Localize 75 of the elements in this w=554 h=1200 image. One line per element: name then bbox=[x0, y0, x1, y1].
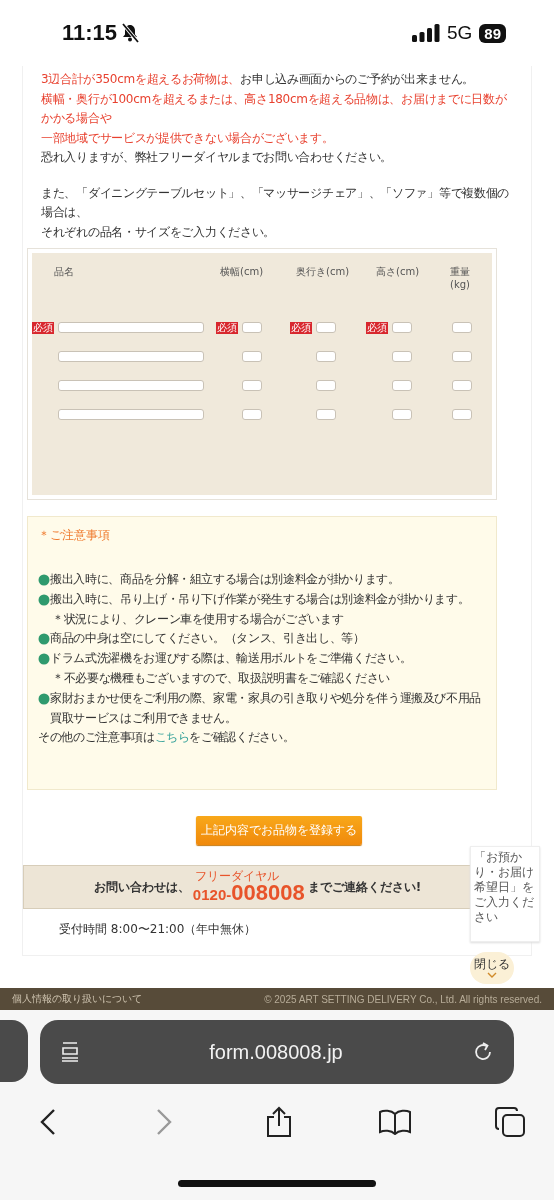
page-menu-icon bbox=[60, 1041, 80, 1063]
input-field[interactable] bbox=[242, 380, 262, 391]
notice-text: 恐れ入りますが、弊社フリーダイヤルまでお問い合わせください。 bbox=[41, 149, 393, 166]
bullet-icon bbox=[38, 574, 50, 586]
input-field[interactable] bbox=[316, 380, 336, 391]
instruction-text: また、「ダイニングテーブルセット」、「マッサージチェア」、「ソファ」等で複数個の場合は、 bbox=[41, 184, 510, 221]
input-field[interactable] bbox=[392, 322, 412, 333]
bullet-icon bbox=[38, 633, 50, 646]
notice-item: 家財おまかせ便をご利用の際、家電・家具の引き取りや処分を伴う運搬及び不用品買取サービスはご利用できません。 bbox=[50, 689, 483, 727]
phone-prefix: 0120- bbox=[192, 887, 232, 902]
share-icon bbox=[265, 1106, 293, 1138]
clock-time: 11:15 bbox=[62, 20, 118, 46]
reload-icon bbox=[472, 1041, 494, 1063]
column-header: 重量(kg) bbox=[449, 265, 471, 291]
copyright-text: © 2025 ART SETTING DELIVERY Co., Ltd. All rights reserved. bbox=[264, 993, 542, 1005]
notice-item: 商品の中身は空にしてください。（タンス、引き出し、等） bbox=[50, 630, 366, 648]
side-note: 「お預かり・お届け希望日」をご入力ください bbox=[470, 846, 540, 942]
chevron-down-icon bbox=[487, 972, 497, 978]
input-field[interactable] bbox=[392, 351, 412, 362]
input-field[interactable] bbox=[242, 351, 262, 362]
input-field[interactable] bbox=[58, 409, 204, 420]
notice-item: ドラム式洗濯機をお運びする際は、輸送用ボルトをご準備ください。 bbox=[50, 650, 413, 668]
bullet-icon bbox=[38, 593, 50, 606]
privacy-link[interactable]: 個人情報の取り扱いについて bbox=[12, 992, 142, 1006]
banner-text: お問い合わせは、 bbox=[93, 878, 190, 896]
input-field[interactable] bbox=[452, 351, 472, 362]
notice-text: 横幅・奥行が100cmを超えるまたは、高さ180cmを超える品物は、お届けまでに日数がかかる場合や bbox=[41, 90, 508, 127]
notice-text: 一部地域でサービスが提供できない場合がございます。 bbox=[41, 129, 335, 147]
battery-level: 89 bbox=[479, 23, 506, 43]
link[interactable]: こちら bbox=[154, 730, 190, 745]
required-badge: 必須 bbox=[366, 321, 388, 334]
column-header: 高さ(cm) bbox=[375, 265, 421, 278]
notice-item: その他のご注意事項はこちらをご確認ください。 bbox=[38, 729, 296, 747]
input-field[interactable] bbox=[452, 409, 472, 420]
close-button[interactable]: 閉じる bbox=[470, 952, 514, 984]
column-header: 奥行き(cm) bbox=[295, 265, 351, 278]
bullet-icon bbox=[38, 692, 50, 705]
notice-item: 搬出入時に、商品を分解・組立する場合は別途料金が掛かります。 bbox=[50, 571, 401, 588]
input-field[interactable] bbox=[316, 322, 336, 333]
notice-title: ＊ご注意事項 bbox=[38, 527, 111, 544]
notice-item: ＊状況により、クレーン車を使用する場合がございます bbox=[51, 610, 345, 628]
input-field[interactable] bbox=[58, 380, 204, 391]
url-text: form.008008.jp bbox=[209, 1040, 343, 1064]
notice-item: 搬出入時に、吊り上げ・吊り下げ作業が発生する場合は別途料金が掛かります。 bbox=[50, 590, 471, 608]
forward-icon bbox=[155, 1108, 172, 1136]
required-badge: 必須 bbox=[290, 321, 312, 334]
network-label: 5G bbox=[446, 22, 473, 44]
input-field[interactable] bbox=[452, 322, 472, 333]
input-field[interactable] bbox=[452, 380, 472, 391]
back-icon bbox=[40, 1108, 56, 1136]
input-field[interactable] bbox=[392, 380, 412, 391]
business-hours: 受付時間 8:00〜21:00（年中無休） bbox=[59, 921, 258, 938]
instruction-text: それぞれの品名・サイズをご入力ください。 bbox=[41, 223, 276, 241]
tabs-icon bbox=[494, 1106, 526, 1138]
required-badge: 必須 bbox=[216, 321, 238, 334]
previous-tab[interactable] bbox=[0, 1020, 28, 1082]
input-field[interactable] bbox=[242, 409, 262, 420]
banner-text: までご連絡ください! bbox=[307, 878, 422, 896]
address-bar[interactable]: form.008008.jp bbox=[40, 1020, 514, 1084]
column-header: 横幅(cm) bbox=[219, 265, 265, 278]
column-header: 品名 bbox=[53, 265, 75, 278]
input-field[interactable] bbox=[316, 351, 336, 362]
input-field[interactable] bbox=[392, 409, 412, 420]
bullet-icon bbox=[38, 653, 50, 666]
input-field[interactable] bbox=[316, 409, 336, 420]
free-dial-label: フリーダイヤル bbox=[193, 870, 280, 882]
bookmarks-icon bbox=[377, 1109, 412, 1135]
phone-number: 008008 bbox=[231, 882, 305, 904]
notice-text: 3辺合計が350cmを超えるお荷物は、お申し込み画面からのご予約が出来ません。 bbox=[41, 71, 476, 88]
signal-icon bbox=[411, 24, 440, 42]
required-badge: 必須 bbox=[32, 321, 54, 334]
input-field[interactable] bbox=[58, 351, 204, 362]
notice-item: ＊不必要な機種もございますので、取扱説明書をご確認ください bbox=[51, 670, 391, 687]
input-field[interactable] bbox=[242, 322, 262, 333]
input-field[interactable] bbox=[58, 322, 204, 333]
